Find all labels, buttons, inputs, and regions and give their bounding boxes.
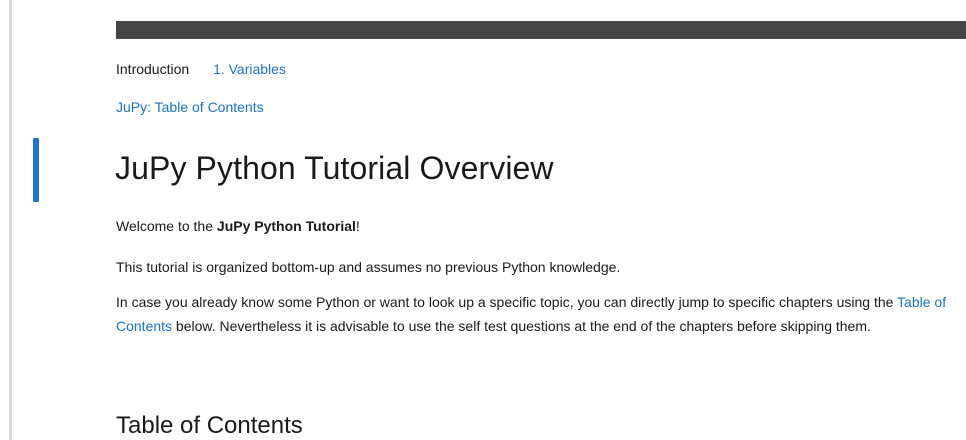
intro-paragraph: This tutorial is organized bottom-up and… [116, 259, 621, 275]
welcome-prefix: Welcome to the [116, 218, 217, 234]
usage-after: below. Nevertheless it is advisable to u… [172, 318, 871, 334]
top-banner-bar [116, 21, 966, 39]
usage-before: In case you already know some Python or … [116, 294, 898, 310]
welcome-paragraph: Welcome to the JuPy Python Tutorial! [116, 214, 956, 238]
chapter-nav: Introduction 1. Variables [116, 61, 306, 77]
page-title: JuPy Python Tutorial Overview [115, 150, 554, 186]
notebook-page: Introduction 1. Variables JuPy: Table of… [0, 0, 966, 440]
active-cell-marker[interactable] [33, 138, 39, 202]
usage-paragraph: In case you already know some Python or … [116, 290, 956, 338]
toc-link[interactable]: JuPy: Table of Contents [116, 99, 264, 115]
nav-link-variables[interactable]: 1. Variables [213, 61, 286, 77]
nav-introduction: Introduction [116, 61, 190, 77]
toc-heading: Table of Contents [116, 412, 303, 439]
notebook-left-border [9, 0, 12, 440]
welcome-bold: JuPy Python Tutorial [216, 218, 356, 234]
welcome-suffix: ! [355, 218, 360, 234]
